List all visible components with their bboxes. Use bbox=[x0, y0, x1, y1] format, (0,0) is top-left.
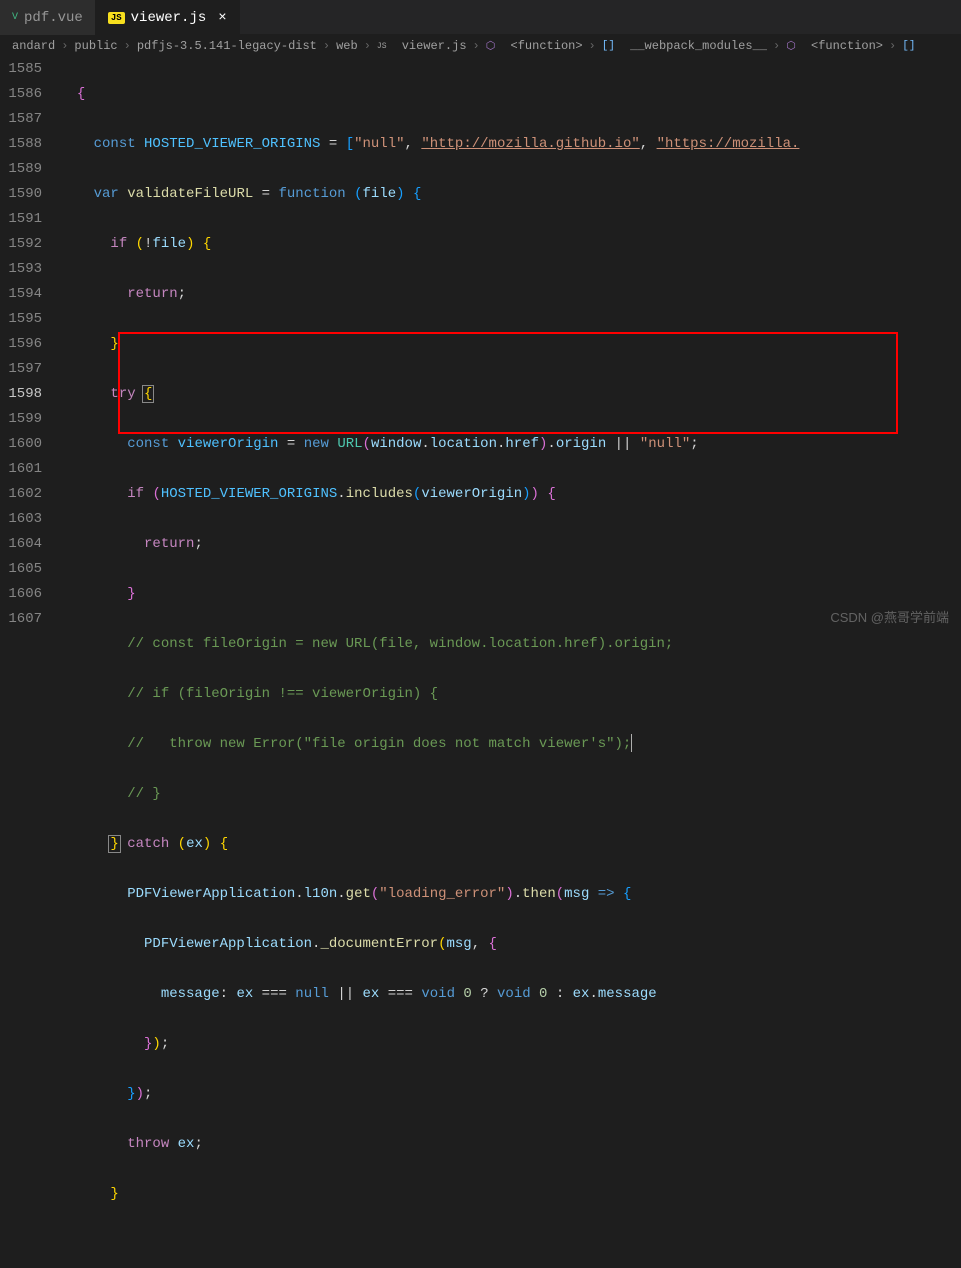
breadcrumb[interactable]: andard› public› pdfjs-3.5.141-legacy-dis… bbox=[0, 35, 961, 57]
crumb-item[interactable]: web bbox=[336, 39, 358, 53]
code-editor[interactable]: 1585158615871588158915901591159215931594… bbox=[0, 57, 961, 631]
vue-icon: V bbox=[12, 12, 18, 23]
crumb-item[interactable]: [⁠] bbox=[902, 40, 915, 52]
text-cursor bbox=[631, 734, 632, 752]
line-gutter: 1585158615871588158915901591159215931594… bbox=[0, 57, 60, 631]
tab-bar: V pdf.vue JS viewer.js × bbox=[0, 0, 961, 35]
crumb-item[interactable]: public bbox=[74, 39, 117, 53]
crumb-item[interactable]: ⬡ <function> bbox=[786, 39, 883, 53]
code-area[interactable]: { const HOSTED_VIEWER_ORIGINS = ["null",… bbox=[60, 57, 961, 631]
crumb-item[interactable]: [⁠] __webpack_modules__ bbox=[602, 39, 767, 53]
crumb-item[interactable]: ⬡ <function> bbox=[486, 39, 583, 53]
crumb-item[interactable]: pdfjs-3.5.141-legacy-dist bbox=[137, 39, 317, 53]
cube-icon: ⬡ bbox=[786, 39, 796, 53]
tab-pdf-vue[interactable]: V pdf.vue bbox=[0, 0, 96, 35]
bracket-icon: [⁠] bbox=[602, 40, 615, 52]
crumb-item[interactable]: JS viewer.js bbox=[377, 39, 467, 53]
tab-viewer-js[interactable]: JS viewer.js × bbox=[96, 0, 240, 35]
tab-label: viewer.js bbox=[131, 10, 207, 26]
js-icon: JS bbox=[377, 42, 387, 51]
js-icon: JS bbox=[108, 12, 125, 24]
cube-icon: ⬡ bbox=[486, 39, 496, 53]
bracket-icon: [⁠] bbox=[902, 40, 915, 52]
watermark: CSDN @燕哥学前端 bbox=[830, 607, 949, 626]
close-icon[interactable]: × bbox=[218, 10, 226, 26]
crumb-item[interactable]: andard bbox=[12, 39, 55, 53]
tab-label: pdf.vue bbox=[24, 10, 83, 26]
